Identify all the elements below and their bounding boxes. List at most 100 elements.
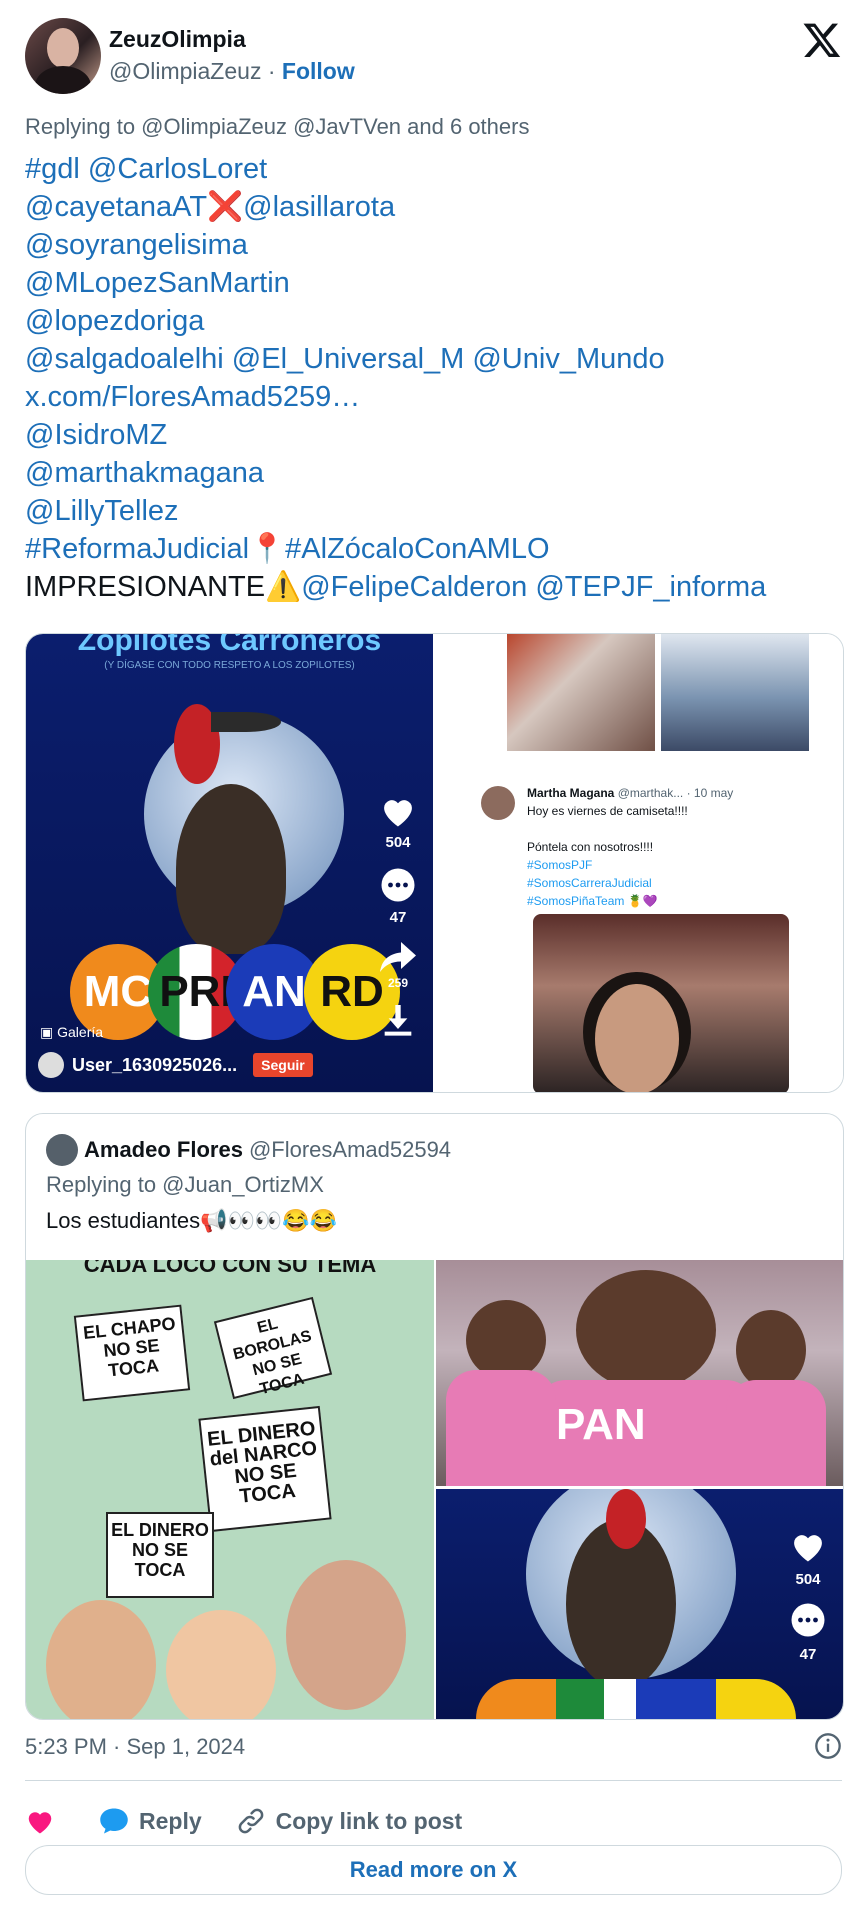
quoted-text: Los estudiantes📢👀👀😂😂	[46, 1208, 338, 1233]
copy-link-label: Copy link to post	[275, 1807, 463, 1834]
quoted-reply-context: Replying to @Juan_OrtizMX	[46, 1172, 324, 1197]
post-timestamp[interactable]: 5:23 PM · Sep 1, 2024	[25, 1734, 245, 1760]
pink-shirt	[446, 1370, 556, 1486]
media-grid: Zopilotes Carroñeros (Y DÍGASE CON TODO …	[25, 633, 844, 1093]
cartoon-image[interactable]: CADA LOCO CON SU TEMA EL CHAPO NO SE TOC…	[26, 1260, 434, 1719]
video-side-icons: 504 47	[783, 1529, 833, 1663]
x-logo-icon[interactable]	[802, 20, 842, 60]
embedded-handle: @marthak...	[617, 786, 684, 800]
mention-link[interactable]: @LillyTellez	[25, 492, 855, 530]
tweet-word: IMPRESIONANTE	[25, 571, 266, 603]
reply-button[interactable]: Reply	[99, 1807, 202, 1835]
divider	[25, 1780, 842, 1781]
vulture-head-graphic	[606, 1489, 646, 1549]
like-count: 504	[385, 834, 411, 851]
read-more-button[interactable]: Read more on X	[25, 1845, 842, 1895]
protest-sign: EL DINERO del NARCO NO SE TOCA	[198, 1405, 332, 1533]
embedded-hashtag: #SomosPiñaTeam 🍍💜	[527, 894, 658, 908]
copy-link-button[interactable]: Copy link to post	[236, 1806, 463, 1836]
video-user-avatar	[38, 1052, 64, 1078]
author-name[interactable]: ZeuzOlimpia	[109, 26, 246, 53]
author-handle-line: @OlimpiaZeuz · Follow	[109, 58, 355, 85]
party-logos: MC PRI AN RD	[70, 944, 410, 1054]
embedded-name: Martha Magana	[527, 786, 615, 800]
mention-link[interactable]: @soyrangelisima	[25, 226, 855, 264]
cartoon-title: CADA LOCO CON SU TEMA	[83, 1260, 377, 1277]
like-button[interactable]	[25, 1807, 55, 1835]
mention-link[interactable]: @cayetanaAT	[25, 191, 207, 223]
embedded-avatar	[481, 786, 515, 820]
comment-count: 47	[799, 1646, 817, 1663]
pink-shirt	[726, 1380, 826, 1486]
comment-icon[interactable]	[380, 867, 416, 903]
like-count: 504	[795, 1571, 821, 1588]
monkey-figure	[576, 1270, 716, 1390]
mention-link[interactable]: @FelipeCalderon @TEPJF_informa	[301, 571, 766, 603]
image-subtitle: (Y DÍGASE CON TODO RESPETO A LOS ZOPILOT…	[104, 660, 355, 671]
party-logos	[476, 1679, 796, 1719]
download-icon[interactable]	[382, 1004, 414, 1038]
follow-button[interactable]: Follow	[282, 58, 355, 84]
tweet-line: @cayetanaAT❌@lasillarota	[25, 188, 855, 226]
monkey-figure	[466, 1300, 546, 1380]
reply-label: Reply	[139, 1807, 202, 1834]
embedded-hashtag: #SomosCarreraJudicial	[527, 876, 652, 890]
quoted-header: Amadeo Flores @FloresAmad52594	[46, 1134, 451, 1166]
pin-emoji: 📍	[249, 533, 286, 565]
mention-link[interactable]: @lasillarota	[243, 191, 395, 223]
embedded-hashtag: #SomosPJF	[527, 858, 593, 872]
author-avatar[interactable]	[25, 18, 101, 94]
vulture-graphic	[176, 784, 286, 954]
video-thumbnail[interactable]: 504 47	[436, 1489, 843, 1719]
embedded-text: Póntela con nosotros!!!!	[527, 840, 654, 854]
hashtag-link[interactable]: #ReformaJudicial	[25, 533, 249, 565]
mention-link[interactable]: @lopezdoriga	[25, 302, 855, 340]
tweet-line: #ReformaJudicial📍#AlZócaloConAMLO	[25, 530, 855, 568]
mention-link[interactable]: @MLopezSanMartin	[25, 264, 855, 302]
quoted-avatar	[46, 1134, 78, 1166]
caricature	[166, 1610, 276, 1719]
image-title: Zopilotes Carroñeros	[77, 634, 382, 657]
mention-link[interactable]: @salgadoalelhi @El_Universal_M @Univ_Mun…	[25, 340, 855, 378]
info-icon[interactable]	[814, 1732, 842, 1760]
cross-mark-emoji: ❌	[207, 191, 244, 223]
hashtag-link[interactable]: #AlZócaloConAMLO	[285, 533, 549, 565]
quoted-post[interactable]: Amadeo Flores @FloresAmad52594 Replying …	[25, 1113, 844, 1720]
share-count: 259	[387, 976, 409, 990]
vulture-beak-graphic	[211, 712, 281, 732]
quoted-author-name: Amadeo Flores	[84, 1137, 243, 1162]
caricature	[286, 1560, 406, 1710]
tweet-line[interactable]: #gdl @CarlosLoret	[25, 150, 855, 188]
mention-link[interactable]: @IsidroMZ	[25, 416, 855, 454]
tweet-header: ZeuzOlimpia @OlimpiaZeuz · Follow	[25, 18, 842, 98]
tweet-text: #gdl @CarlosLoret @cayetanaAT❌@lasillaro…	[25, 150, 855, 606]
heart-icon[interactable]	[789, 1529, 827, 1563]
video-thumbnail[interactable]: Zopilotes Carroñeros (Y DÍGASE CON TODO …	[26, 634, 433, 1092]
monkeys-image[interactable]: PAN	[436, 1260, 843, 1486]
video-user-bar: User_1630925026... Seguir	[38, 1052, 313, 1078]
embedded-text: Hoy es viernes de camiseta!!!!	[527, 804, 688, 818]
author-handle[interactable]: @OlimpiaZeuz	[109, 58, 261, 84]
mention-link[interactable]: @marthakmagana	[25, 454, 855, 492]
comment-count: 47	[389, 909, 407, 926]
photo-thumbnail	[661, 634, 809, 751]
photo-thumbnail	[507, 634, 655, 751]
heart-icon	[28, 1812, 52, 1834]
gallery-label: ▣ Galería	[40, 1024, 104, 1040]
protest-sign: EL BOROLAS NO SE TOCA	[213, 1296, 333, 1400]
seguir-button[interactable]: Seguir	[253, 1053, 313, 1077]
pan-label: PAN	[556, 1400, 646, 1449]
share-icon[interactable]	[380, 942, 416, 972]
protest-sign: EL CHAPO NO SE TOCA	[73, 1304, 191, 1402]
url-link[interactable]: x.com/FloresAmad5259…	[25, 378, 855, 416]
embedded-post-card: Martha Magana @marthak... · 10 may Hoy e…	[481, 784, 783, 910]
warning-emoji: ⚠️	[265, 571, 302, 603]
reply-bubble-icon	[100, 1808, 128, 1834]
comment-icon[interactable]	[790, 1602, 826, 1638]
heart-icon[interactable]	[379, 794, 417, 828]
video-user-name: User_1630925026...	[72, 1054, 238, 1075]
video-side-icons: 504 47 259	[373, 794, 423, 1038]
screenshot-image[interactable]: Martha Magana @marthak... · 10 may Hoy e…	[435, 634, 843, 1092]
separator: ·	[267, 58, 276, 84]
protest-sign: EL DINERO NO SE TOCA	[106, 1512, 214, 1598]
